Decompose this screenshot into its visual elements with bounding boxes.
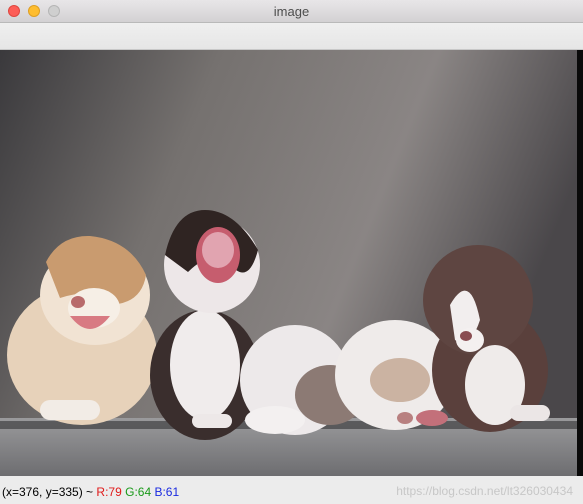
blue-value: B:61	[154, 485, 180, 499]
toolbar	[0, 23, 583, 50]
watermark-text: https://blog.csdn.net/lt326030434	[396, 484, 573, 498]
title-bar[interactable]: image	[0, 0, 583, 23]
pixel-readout: (x=376, y=335) ~ R:79 G:64 B:61	[2, 479, 179, 504]
canvas-edge	[577, 50, 583, 476]
puppies-photo	[0, 50, 577, 476]
window-title: image	[273, 4, 310, 19]
cursor-coordinates: (x=376, y=335) ~	[2, 485, 94, 499]
red-value: R:79	[96, 485, 122, 499]
image-canvas[interactable]	[0, 50, 577, 476]
green-value: G:64	[125, 485, 152, 499]
status-bar: (x=376, y=335) ~ R:79 G:64 B:61 https://…	[0, 478, 583, 504]
image-window: image (x=376, y=335) ~ R:79 G:64 B:61 ht…	[0, 0, 583, 504]
